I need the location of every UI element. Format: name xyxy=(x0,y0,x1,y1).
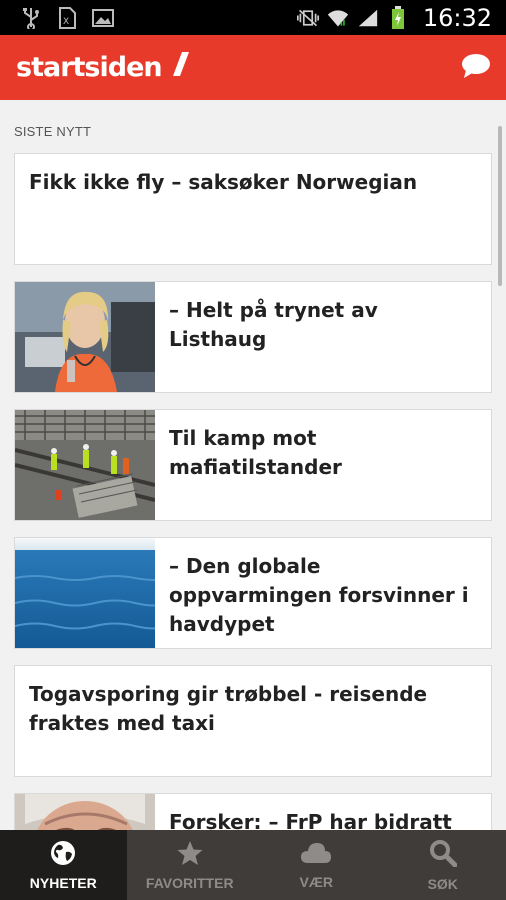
nav-vaer[interactable]: VÆR xyxy=(253,830,380,900)
nav-favoritter[interactable]: FAVORITTER xyxy=(127,830,254,900)
vibrate-mute-icon xyxy=(296,7,319,29)
news-thumbnail xyxy=(15,538,155,648)
app-header: startsiden xyxy=(0,35,506,100)
news-card[interactable]: Forsker: – FrP har bidratt til xyxy=(14,793,492,830)
bottom-navigation: NYHETER FAVORITTER VÆR SØK xyxy=(0,830,506,900)
status-bar: X 16:32 xyxy=(0,0,506,35)
cloud-icon xyxy=(300,841,332,868)
news-thumbnail xyxy=(15,282,155,392)
news-card[interactable]: – Helt på trynet av Listhaug xyxy=(14,281,492,393)
app-logo[interactable]: startsiden xyxy=(16,51,190,84)
nav-label: VÆR xyxy=(299,873,333,890)
wifi-icon xyxy=(327,7,349,29)
search-icon xyxy=(429,839,458,870)
news-title: Fikk ikke fly – saksøker Norwegian xyxy=(29,170,418,194)
news-title: Forsker: – FrP har bidratt til xyxy=(169,810,452,830)
news-title: – Den globale oppvarmingen forsvinner i … xyxy=(169,554,469,636)
news-card[interactable]: Til kamp mot mafiatilstander xyxy=(14,409,492,521)
news-title: Til kamp mot mafiatilstander xyxy=(169,426,342,479)
nav-nyheter[interactable]: NYHETER xyxy=(0,830,127,900)
chat-button[interactable] xyxy=(460,52,492,84)
news-thumbnail xyxy=(15,410,155,520)
logo-text: startsiden xyxy=(16,52,163,83)
news-thumbnail xyxy=(15,794,155,830)
news-card[interactable]: Fikk ikke fly – saksøker Norwegian xyxy=(14,153,492,265)
signal-icon xyxy=(357,7,379,29)
sim-icon: X xyxy=(56,6,78,29)
nav-sok[interactable]: SØK xyxy=(380,830,506,900)
usb-icon xyxy=(20,7,42,29)
chat-icon xyxy=(461,53,491,83)
news-card[interactable]: – Den globale oppvarmingen forsvinner i … xyxy=(14,537,492,649)
image-icon xyxy=(92,7,114,29)
nav-label: NYHETER xyxy=(29,874,97,891)
news-title: – Helt på trynet av Listhaug xyxy=(169,298,378,351)
battery-charging-icon xyxy=(387,5,409,29)
nav-label: SØK xyxy=(427,875,458,892)
news-feed[interactable]: SISTE NYTT Fikk ikke fly – saksøker Norw… xyxy=(0,100,506,830)
scrollbar[interactable] xyxy=(498,126,502,286)
svg-text:X: X xyxy=(63,17,69,27)
logo-slash-icon xyxy=(172,51,190,84)
status-time: 16:32 xyxy=(422,3,492,32)
nav-label: FAVORITTER xyxy=(145,874,234,891)
section-label: SISTE NYTT xyxy=(14,124,92,139)
news-title: Togavsporing gir trøbbel - reisende frak… xyxy=(29,682,428,735)
star-icon xyxy=(176,840,204,869)
news-card[interactable]: Togavsporing gir trøbbel - reisende frak… xyxy=(14,665,492,777)
globe-icon xyxy=(50,840,76,869)
